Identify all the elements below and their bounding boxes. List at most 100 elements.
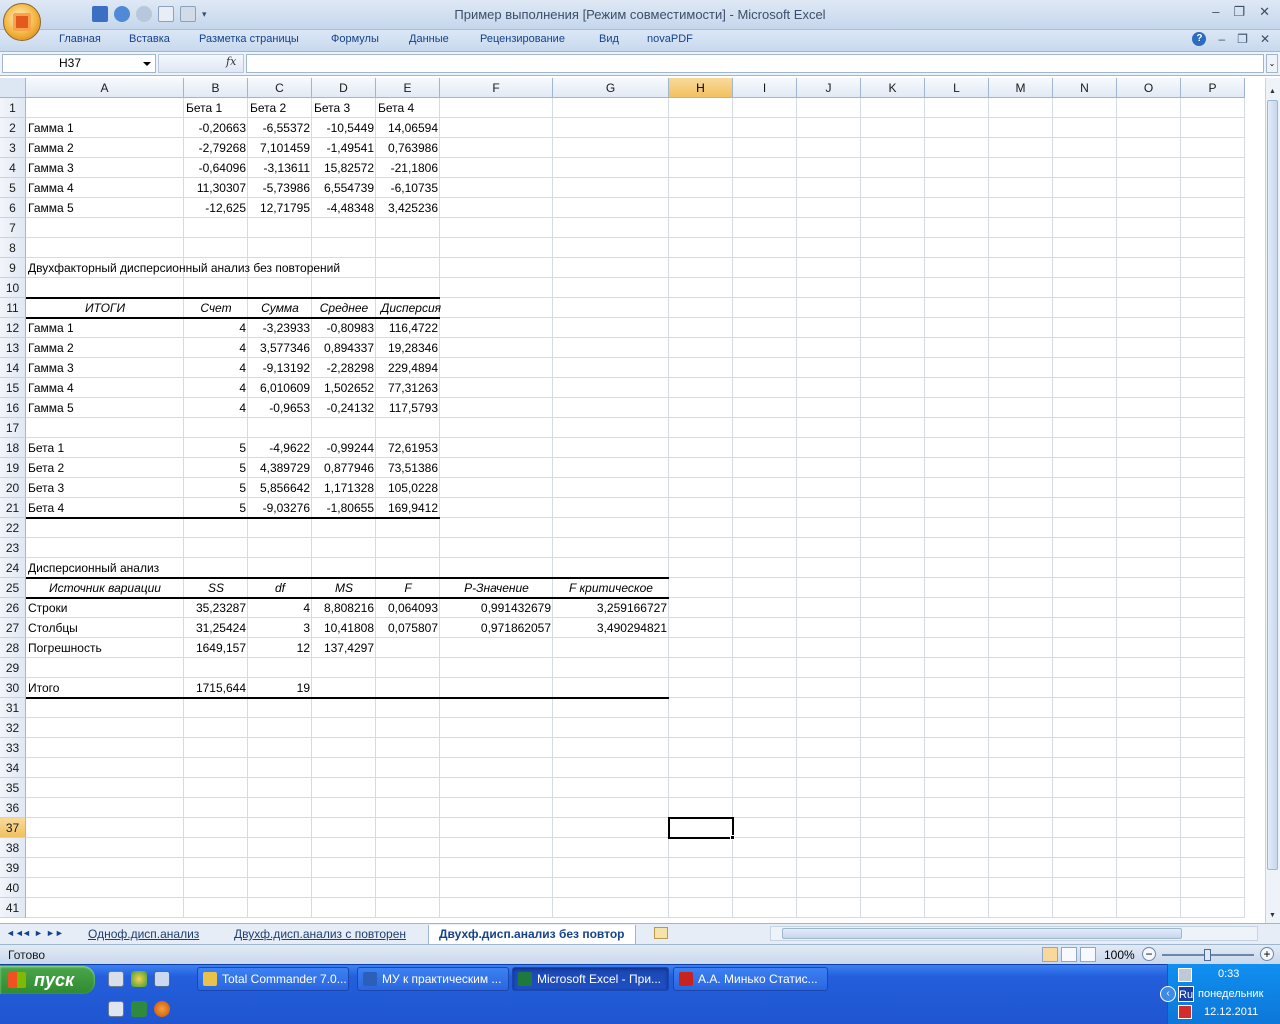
row-header-37[interactable]: 37 [0,818,26,838]
scroll-down-icon[interactable]: ▼ [1267,910,1278,922]
column-header-a[interactable]: A [26,78,184,98]
column-header-l[interactable]: L [925,78,989,98]
quicklaunch-firefox-icon[interactable] [154,1001,170,1017]
tab-formulas[interactable]: Формулы [331,33,379,45]
row-header-40[interactable]: 40 [0,878,26,898]
row-header-10[interactable]: 10 [0,278,26,298]
cell-g27[interactable]: 3,490294821 [553,618,669,638]
cell-b27[interactable]: 31,25424 [184,618,248,638]
cell-c11[interactable]: Сумма [248,298,312,318]
quicklaunch-media-icon[interactable] [131,971,147,987]
expand-formula-bar-icon[interactable]: ⌄ [1266,54,1278,73]
cell-d20[interactable]: 1,171328 [312,478,376,498]
cell-d18[interactable]: -0,99244 [312,438,376,458]
cell-e27[interactable]: 0,075807 [376,618,440,638]
tab-page-layout[interactable]: Разметка страницы [199,33,299,45]
cell-b3[interactable]: -2,79268 [184,138,248,158]
cell-d13[interactable]: 0,894337 [312,338,376,358]
maximize-button[interactable]: ❐ [1233,4,1245,20]
cell-c3[interactable]: 7,101459 [248,138,312,158]
cell-e11[interactable]: Дисперсия [376,298,446,318]
cell-c2[interactable]: -6,55372 [248,118,312,138]
column-header-k[interactable]: K [861,78,925,98]
chevron-down-icon[interactable] [143,62,151,66]
cell-c5[interactable]: -5,73986 [248,178,312,198]
last-sheet-icon[interactable]: ►► [46,928,64,938]
cell-c27[interactable]: 3 [248,618,312,638]
cell-d6[interactable]: -4,48348 [312,198,376,218]
cell-b1[interactable]: Бета 1 [184,98,248,118]
cell-c16[interactable]: -0,9653 [248,398,312,418]
cell-b2[interactable]: -0,20663 [184,118,248,138]
cell-d11[interactable]: Среднее [312,298,376,318]
cell-d2[interactable]: -10,5449 [312,118,376,138]
cell-c19[interactable]: 4,389729 [248,458,312,478]
cell-b25[interactable]: SS [184,578,248,598]
cell-b15[interactable]: 4 [184,378,248,398]
cell-b30[interactable]: 1715,644 [184,678,248,698]
cell-e12[interactable]: 116,4722 [376,318,440,338]
column-header-j[interactable]: J [797,78,861,98]
row-header-27[interactable]: 27 [0,618,26,638]
column-header-m[interactable]: M [989,78,1053,98]
horizontal-scroll-thumb[interactable] [782,928,1182,939]
cell-a6[interactable]: Гамма 5 [26,198,184,218]
row-header-25[interactable]: 25 [0,578,26,598]
workbook-close-button[interactable]: ✕ [1260,32,1270,46]
cell-e5[interactable]: -6,10735 [376,178,440,198]
cell-e13[interactable]: 19,28346 [376,338,440,358]
normal-view-icon[interactable] [1042,947,1058,962]
row-header-7[interactable]: 7 [0,218,26,238]
quicklaunch-desktop-icon[interactable] [154,971,170,987]
quicklaunch-word-icon[interactable] [108,1001,124,1017]
row-header-9[interactable]: 9 [0,258,26,278]
taskbar-window-0[interactable]: Total Commander 7.0... [197,967,349,991]
cell-b26[interactable]: 35,23287 [184,598,248,618]
column-header-g[interactable]: G [553,78,669,98]
language-indicator[interactable]: Ru [1178,986,1194,1002]
cell-b5[interactable]: 11,30307 [184,178,248,198]
cell-c12[interactable]: -3,23933 [248,318,312,338]
column-header-b[interactable]: B [184,78,248,98]
select-all-corner[interactable] [0,78,26,98]
column-header-h[interactable]: H [669,78,733,98]
cell-e25[interactable]: F [376,578,440,598]
row-header-38[interactable]: 38 [0,838,26,858]
tab-view[interactable]: Вид [599,33,619,45]
column-header-o[interactable]: O [1117,78,1181,98]
tab-data[interactable]: Данные [409,33,449,45]
row-header-18[interactable]: 18 [0,438,26,458]
quicklaunch-disk-icon[interactable] [108,971,124,987]
row-header-35[interactable]: 35 [0,778,26,798]
row-header-19[interactable]: 19 [0,458,26,478]
cell-b20[interactable]: 5 [184,478,248,498]
quicklaunch-excel-icon[interactable] [131,1001,147,1017]
cell-e14[interactable]: 229,4894 [376,358,440,378]
cell-b11[interactable]: Счет [184,298,248,318]
cell-a13[interactable]: Гамма 2 [26,338,184,358]
tray-collapse-icon[interactable]: ‹ [1160,986,1176,1002]
help-icon[interactable]: ? [1192,32,1207,46]
cell-e1[interactable]: Бета 4 [376,98,440,118]
cell-a3[interactable]: Гамма 2 [26,138,184,158]
cell-a30[interactable]: Итого [26,678,184,698]
insert-sheet-icon[interactable] [654,927,668,939]
fill-handle[interactable] [730,835,735,840]
cell-e4[interactable]: -21,1806 [376,158,440,178]
cell-d15[interactable]: 1,502652 [312,378,376,398]
zoom-level[interactable]: 100% [1104,948,1135,962]
row-header-32[interactable]: 32 [0,718,26,738]
row-header-26[interactable]: 26 [0,598,26,618]
cell-a28[interactable]: Погрешность [26,638,184,658]
column-header-d[interactable]: D [312,78,376,98]
cell-d4[interactable]: 15,82572 [312,158,376,178]
scroll-up-icon[interactable]: ▲ [1267,86,1278,98]
cell-a4[interactable]: Гамма 3 [26,158,184,178]
row-header-13[interactable]: 13 [0,338,26,358]
cell-b18[interactable]: 5 [184,438,248,458]
row-header-16[interactable]: 16 [0,398,26,418]
cell-c1[interactable]: Бета 2 [248,98,312,118]
cell-c18[interactable]: -4,9622 [248,438,312,458]
cell-a21[interactable]: Бета 4 [26,498,184,518]
cell-a24[interactable]: Дисперсионный анализ [26,558,440,578]
